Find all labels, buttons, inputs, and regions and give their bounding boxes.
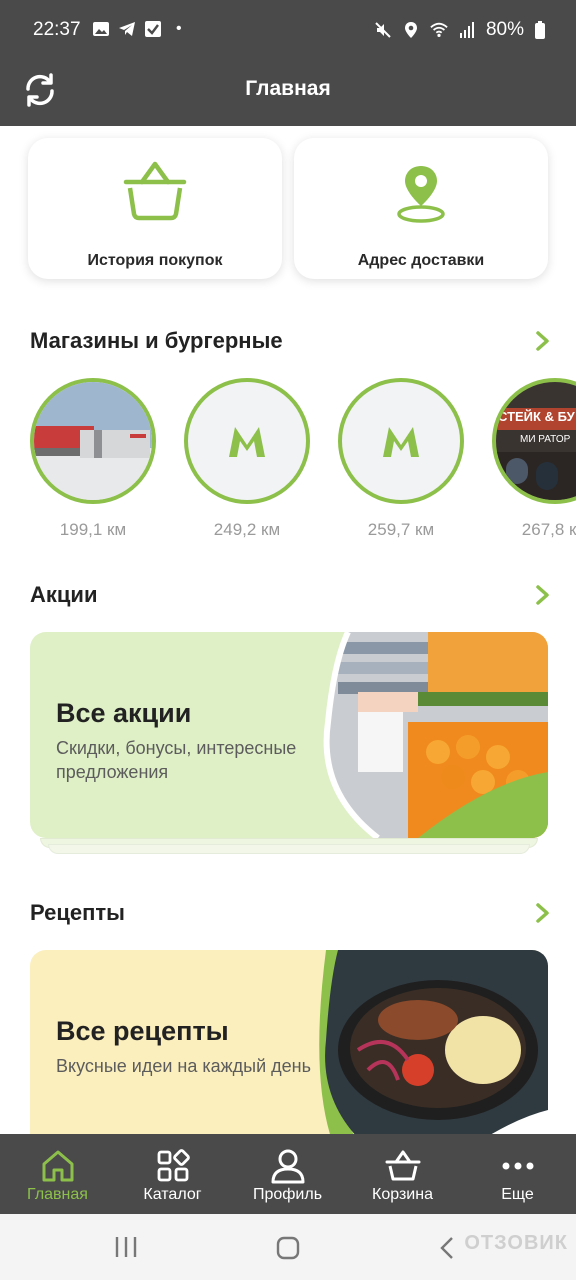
main-content: История покупок Адрес доставки Магазины … <box>0 126 576 1134</box>
store-distance: 259,7 км <box>367 520 435 539</box>
restaurant-sign-text-2: МИ РАТОР <box>520 434 571 445</box>
nav-cart[interactable]: Корзина <box>345 1134 460 1214</box>
chevron-right-icon[interactable] <box>532 330 552 352</box>
promos-card[interactable]: Все акции Скидки, бонусы, интересные пре… <box>30 632 548 838</box>
home-icon <box>42 1150 73 1182</box>
battery-icon <box>535 21 545 39</box>
store-distance: 267,8 км <box>521 520 576 539</box>
store-distance: 199,1 км <box>59 520 127 539</box>
location-pin-icon <box>397 166 445 223</box>
home-button-icon[interactable] <box>276 1236 300 1260</box>
recipes-card-title: Все рецепты <box>56 1016 229 1046</box>
purchase-history-card[interactable]: История покупок <box>28 138 282 279</box>
status-dot: • <box>176 20 182 37</box>
store-logo <box>184 378 310 504</box>
promos-section-title: Акции <box>30 582 98 607</box>
stores-section-title: Магазины и бургерные <box>30 328 283 353</box>
store-logo <box>338 378 464 504</box>
gallery-icon <box>93 22 109 36</box>
basket-icon <box>123 161 187 221</box>
notification-icons: • <box>92 20 182 38</box>
promos-card-title: Все акции <box>56 698 192 728</box>
signal-icon <box>459 22 474 38</box>
wifi-icon <box>430 22 448 38</box>
mute-icon <box>375 22 391 38</box>
recipes-section-title: Рецепты <box>30 900 125 925</box>
battery-percent: 80% <box>485 19 524 40</box>
store-item[interactable]: 199,1 км <box>30 378 156 540</box>
nav-home-label: Главная <box>27 1186 88 1203</box>
recipes-section-header[interactable]: Рецепты <box>30 900 552 930</box>
recent-apps-icon[interactable] <box>114 1235 138 1259</box>
stores-section-header[interactable]: Магазины и бургерные <box>30 328 552 358</box>
nav-catalog-label: Каталог <box>143 1186 202 1203</box>
store-item[interactable]: 249,2 км <box>184 378 310 540</box>
nav-profile-label: Профиль <box>252 1186 323 1203</box>
chevron-right-icon[interactable] <box>532 584 552 606</box>
status-time: 22:37 <box>33 19 81 40</box>
card-stack-shadow <box>48 844 530 854</box>
cart-icon <box>385 1150 420 1181</box>
store-photo: СТЕЙК & БУ МИ РАТОР <box>492 378 576 504</box>
recipes-card-subtitle: Вкусные идеи на каждый день <box>56 1056 311 1076</box>
promo-photo <box>323 632 548 838</box>
nav-catalog[interactable]: Каталог <box>115 1134 230 1214</box>
store-distance: 249,2 км <box>213 520 281 539</box>
restaurant-sign-text: СТЕЙК & БУ <box>498 409 575 424</box>
recipe-photo <box>319 950 548 1134</box>
nav-cart-label: Корзина <box>372 1186 433 1203</box>
delivery-address-card[interactable]: Адрес доставки <box>294 138 548 279</box>
delivery-address-label: Адрес доставки <box>357 252 485 269</box>
nav-profile[interactable]: Профиль <box>230 1134 345 1214</box>
store-photo <box>30 378 156 504</box>
chevron-right-icon[interactable] <box>532 902 552 924</box>
system-icons: 80% <box>374 19 546 41</box>
nav-more-label: Еще <box>501 1186 534 1203</box>
store-item[interactable]: СТЕЙК & БУ МИ РАТОР 267,8 км <box>492 378 576 540</box>
store-item[interactable]: 259,7 км <box>338 378 464 540</box>
profile-icon <box>271 1149 304 1184</box>
more-icon <box>502 1162 533 1170</box>
promos-section-header[interactable]: Акции <box>30 582 552 612</box>
app-header: Главная <box>0 62 576 126</box>
location-icon <box>404 22 417 38</box>
page-title: Главная <box>245 77 331 100</box>
bottom-navigation: Главная Каталог Профиль Корзина Еще <box>0 1134 576 1214</box>
nav-home[interactable]: Главная <box>0 1134 115 1214</box>
catalog-icon <box>157 1149 190 1182</box>
watermark: ОТЗОВИК <box>464 1232 568 1254</box>
status-bar: 22:37 • 80% <box>0 0 576 62</box>
telegram-icon <box>119 22 135 36</box>
promos-card-subtitle: Скидки, бонусы, интересные предложения <box>56 738 297 782</box>
back-icon[interactable] <box>436 1236 460 1260</box>
check-box-icon <box>145 21 161 37</box>
purchase-history-label: История покупок <box>87 252 223 269</box>
recipes-card[interactable]: Все рецепты Вкусные идеи на каждый день <box>30 950 548 1134</box>
nav-more[interactable]: Еще <box>460 1134 575 1214</box>
